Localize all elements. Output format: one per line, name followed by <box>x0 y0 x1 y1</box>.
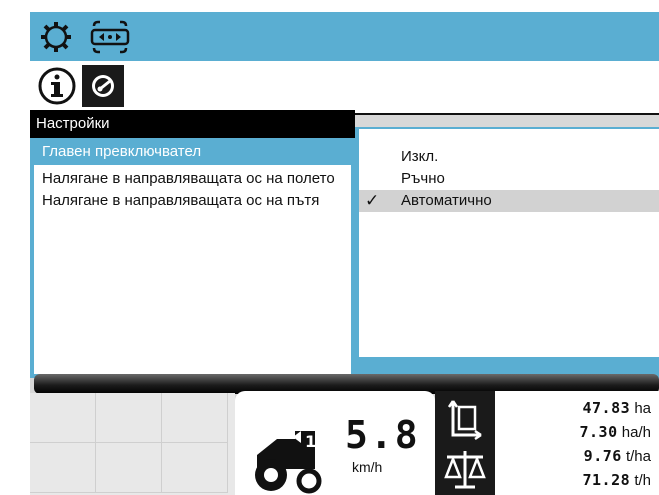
stat-unit: t/h <box>634 472 651 489</box>
stat-row-area-rate: 7.30 ha/h <box>580 423 652 441</box>
stat-value: 9.76 <box>583 447 622 465</box>
settings-title: Настройки <box>30 110 355 138</box>
stat-row-throughput: 71.28 t/h <box>582 471 651 489</box>
settings-panel: Настройки Главен превключвател Налягане … <box>30 110 355 378</box>
gear-outline-icon[interactable] <box>38 20 74 54</box>
tab-bar <box>30 61 659 115</box>
speed-unit: km/h <box>352 459 383 475</box>
grid-cell <box>96 393 162 443</box>
stat-unit: t/ha <box>625 448 651 465</box>
scale-icon[interactable] <box>443 449 487 489</box>
info-icon <box>38 67 76 105</box>
option-off[interactable]: Изкл. <box>359 146 659 168</box>
stat-value: 71.28 <box>582 471 631 489</box>
top-bar <box>30 12 659 61</box>
grid-cell <box>30 393 96 443</box>
stat-icon-column <box>435 391 495 495</box>
settings-item-main-switch[interactable]: Главен превключвател <box>34 138 351 165</box>
stat-unit: ha/h <box>621 424 651 441</box>
gear-badge: 1 <box>305 432 316 451</box>
stat-row-yield: 9.76 t/ha <box>584 447 651 465</box>
option-label: Ръчно <box>401 170 445 187</box>
stat-value: 7.30 <box>579 423 618 441</box>
grid-cell <box>30 443 96 493</box>
settings-list: Главен превключвател Налягане в направля… <box>34 138 351 374</box>
tractor-icon: 1 <box>255 431 322 494</box>
speed-display: 1 5.8 km/h <box>235 391 435 495</box>
option-automatic[interactable]: ✓ Автоматично <box>359 190 659 212</box>
stat-row-area: 47.83 ha <box>582 399 651 417</box>
empty-grid <box>30 393 235 495</box>
display-frame: Настройки Главен превключвател Налягане … <box>30 12 659 495</box>
grid-cell <box>96 443 162 493</box>
option-manual[interactable]: Ръчно <box>359 168 659 190</box>
axle-steering-icon[interactable] <box>88 20 132 54</box>
settings-item-field-axle-pressure[interactable]: Налягане в направляващата ос на полето <box>34 168 351 190</box>
gauge-icon <box>92 75 114 97</box>
grid-cell <box>162 393 228 443</box>
options-list: Изкл. Ръчно ✓ Автоматично <box>359 129 659 357</box>
stats-panel: 47.83 ha 7.30 ha/h 9.76 t/ha 71.28 t/h <box>495 391 659 495</box>
checkmark-icon: ✓ <box>365 191 380 210</box>
grid-cell <box>162 443 228 493</box>
settings-item-road-axle-pressure[interactable]: Налягане в направляващата ос на пътя <box>34 190 351 212</box>
area-icon[interactable] <box>445 397 485 441</box>
tab-info[interactable] <box>36 65 78 107</box>
option-label: Автоматично <box>401 192 492 209</box>
option-label: Изкл. <box>401 148 439 165</box>
speed-value: 5.8 <box>345 413 420 457</box>
stat-unit: ha <box>634 400 651 417</box>
stat-value: 47.83 <box>582 399 631 417</box>
options-panel: Изкл. Ръчно ✓ Автоматично <box>355 127 659 380</box>
tab-gauge[interactable] <box>82 65 124 107</box>
